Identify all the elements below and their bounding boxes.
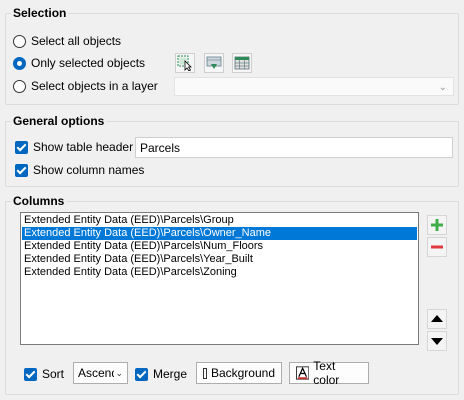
pick-cursor-icon <box>177 55 192 71</box>
show-column-names-label: Show column names <box>33 163 145 177</box>
list-item[interactable]: Extended Entity Data (EED)\Parcels\Num_F… <box>22 240 417 253</box>
columns-listbox[interactable]: Extended Entity Data (EED)\Parcels\Group… <box>20 212 419 345</box>
chevron-down-icon: ⌄ <box>115 368 123 378</box>
radio-only-selected[interactable]: Only selected objects <box>13 55 145 71</box>
chevron-down-icon: ⌄ <box>438 82 447 93</box>
remove-column-button[interactable] <box>427 237 447 257</box>
sort-checkbox[interactable]: Sort <box>24 366 64 382</box>
radio-select-all-circle[interactable] <box>13 34 26 48</box>
table-header-input[interactable]: Parcels <box>135 137 453 158</box>
radio-select-all[interactable]: Select all objects <box>13 33 121 49</box>
minus-icon <box>431 245 443 249</box>
background-label: Background <box>210 366 275 380</box>
filter-objects-button[interactable] <box>204 53 224 73</box>
background-button[interactable]: Background <box>196 362 282 384</box>
show-column-names-check[interactable] <box>15 163 28 177</box>
text-color-label: Text color <box>313 359 340 387</box>
general-options-title: General options <box>11 114 107 128</box>
sort-check[interactable] <box>24 367 37 381</box>
filter-icon <box>206 56 222 69</box>
merge-checkbox[interactable]: Merge <box>135 366 187 382</box>
columns-list: Extended Entity Data (EED)\Parcels\Group… <box>22 214 417 279</box>
merge-label: Merge <box>153 367 188 381</box>
radio-only-selected-circle[interactable] <box>13 56 26 70</box>
layer-select[interactable]: ⌄ <box>174 77 454 96</box>
list-item[interactable]: Extended Entity Data (EED)\Parcels\Owner… <box>22 227 417 240</box>
background-swatch-icon <box>203 367 207 379</box>
text-color-button[interactable]: Text color <box>289 359 369 387</box>
show-table-header-label: Show table header <box>33 140 134 154</box>
list-item[interactable]: Extended Entity Data (EED)\Parcels\Group <box>22 214 417 227</box>
columns-title: Columns <box>11 194 67 208</box>
text-color-icon <box>296 366 310 380</box>
merge-check[interactable] <box>135 367 148 381</box>
table-icon <box>234 56 250 70</box>
plus-icon <box>431 219 443 231</box>
show-column-names-checkbox[interactable]: Show column names <box>15 162 144 178</box>
sort-order-select[interactable]: Ascending ⌄ <box>73 362 128 384</box>
triangle-down-icon <box>431 338 443 345</box>
radio-select-layer-circle[interactable] <box>13 79 26 93</box>
triangle-up-icon <box>431 315 443 322</box>
move-up-button[interactable] <box>427 309 447 329</box>
radio-select-all-label: Select all objects <box>31 34 122 48</box>
radio-only-selected-label: Only selected objects <box>31 56 146 70</box>
sort-label: Sort <box>42 367 65 381</box>
radio-select-layer-label: Select objects in a layer <box>31 79 158 93</box>
radio-select-layer[interactable]: Select objects in a layer <box>13 78 158 94</box>
show-table-header-checkbox[interactable]: Show table header <box>15 139 133 155</box>
pick-objects-button[interactable] <box>175 53 195 73</box>
list-item[interactable]: Extended Entity Data (EED)\Parcels\Zonin… <box>22 266 417 279</box>
move-down-button[interactable] <box>427 331 447 351</box>
add-column-button[interactable] <box>427 215 447 235</box>
table-select-button[interactable] <box>232 53 252 73</box>
sort-order-value: Ascending <box>78 366 114 380</box>
list-item[interactable]: Extended Entity Data (EED)\Parcels\Year_… <box>22 253 417 266</box>
selection-title: Selection <box>11 6 69 20</box>
show-table-header-check[interactable] <box>15 140 28 154</box>
